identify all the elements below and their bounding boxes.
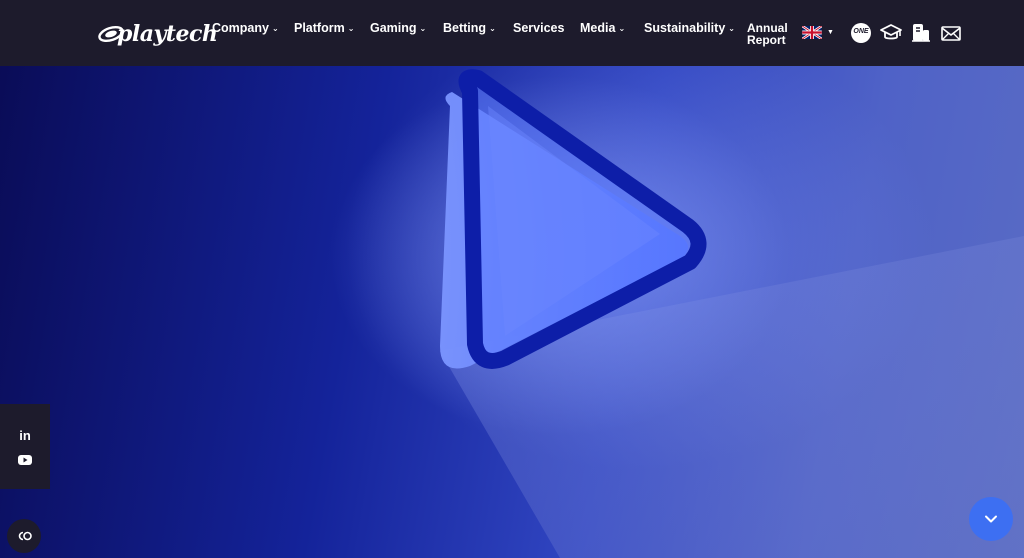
cookie-settings-button[interactable] — [7, 519, 41, 553]
chevron-down-icon: ▼ — [827, 29, 834, 36]
linkedin-icon[interactable]: in — [17, 428, 33, 444]
nav-item-services[interactable]: Services — [513, 21, 564, 35]
nav-item-gaming[interactable]: Gaming ⌄ — [370, 21, 426, 35]
one-logo-icon[interactable]: ONE — [850, 22, 872, 44]
nav-label: Media — [580, 21, 616, 35]
youtube-icon[interactable] — [17, 452, 33, 468]
nav-item-annual-report[interactable]: Annual Report — [747, 22, 788, 46]
nav-item-company[interactable]: Company ⌄ — [212, 21, 279, 35]
annual-report-line2: Report — [747, 33, 786, 47]
careers-icon[interactable] — [910, 22, 932, 44]
nav-item-sustainability[interactable]: Sustainability ⌄ — [644, 21, 735, 35]
cookie-icon — [18, 531, 32, 541]
graduation-cap-icon[interactable] — [880, 22, 902, 44]
nav-label: Platform — [294, 21, 345, 35]
site-header: playtech Company ⌄ Platform ⌄ Gaming ⌄ B… — [0, 0, 1024, 66]
chevron-down-icon — [985, 515, 997, 523]
one-badge-label: ONE — [853, 28, 869, 35]
chevron-down-icon: ⌄ — [347, 24, 355, 33]
nav-label: Sustainability — [644, 21, 726, 35]
mail-icon[interactable] — [940, 22, 962, 44]
nav-item-betting[interactable]: Betting ⌄ — [443, 21, 496, 35]
chevron-down-icon: ⌄ — [271, 24, 279, 33]
chevron-down-icon: ⌄ — [728, 24, 735, 33]
social-sidebar: in — [0, 404, 50, 489]
nav-item-platform[interactable]: Platform ⌄ — [294, 21, 354, 35]
nav-item-media[interactable]: Media ⌄ — [580, 21, 625, 35]
nav-label: Gaming — [370, 21, 417, 35]
language-selector[interactable]: ▼ — [802, 26, 834, 39]
scroll-down-button[interactable] — [969, 497, 1013, 541]
nav-label: Services — [513, 21, 565, 35]
chevron-down-icon: ⌄ — [419, 24, 427, 33]
playtech-logo[interactable]: playtech — [97, 20, 218, 48]
chevron-down-icon: ⌄ — [618, 24, 626, 33]
uk-flag-icon — [802, 26, 822, 39]
logo-wordmark: playtech — [117, 21, 218, 47]
linkedin-label: in — [19, 428, 31, 443]
nav-label: Betting — [443, 21, 487, 35]
nav-label: Company — [212, 21, 269, 35]
chevron-down-icon: ⌄ — [489, 24, 496, 33]
hero-banner — [0, 66, 1024, 558]
hero-play-graphic — [330, 69, 1024, 558]
